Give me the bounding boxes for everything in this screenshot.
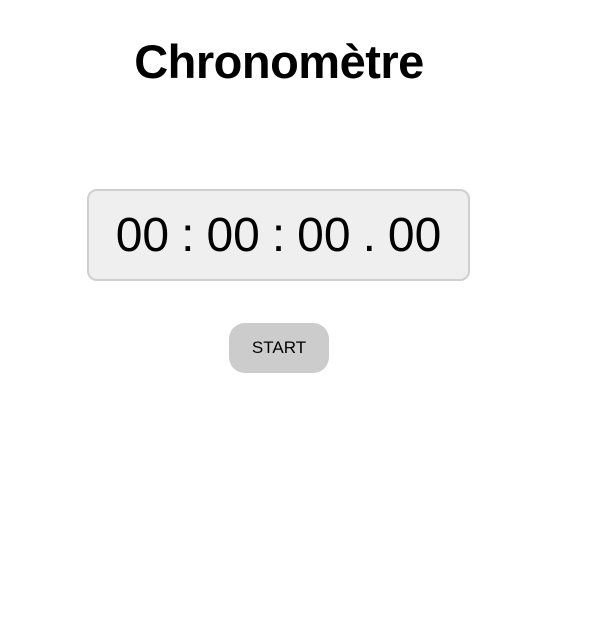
timer-separator-hm: :	[181, 208, 195, 262]
timer-display: 00 : 00 : 00 . 00	[87, 189, 470, 281]
timer-minutes: 00	[206, 208, 260, 262]
page-title: Chronomètre	[134, 35, 424, 88]
timer-hundredths: 00	[387, 208, 442, 262]
timer-hours: 00	[115, 208, 170, 262]
timer-separator-sh: .	[362, 208, 376, 262]
stopwatch-app: Chronomètre 00 : 00 : 00 . 00 START	[0, 0, 606, 631]
timer-seconds: 00	[297, 208, 351, 262]
timer-separator-ms: :	[271, 208, 286, 262]
start-button[interactable]: START	[229, 323, 329, 373]
